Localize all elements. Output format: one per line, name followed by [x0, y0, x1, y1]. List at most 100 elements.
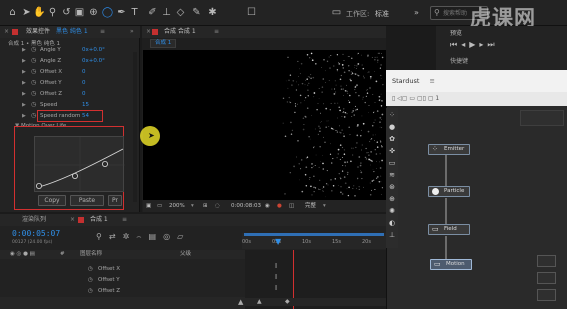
stopwatch-icon[interactable]: ◷: [88, 264, 93, 275]
time-ruler[interactable]: 00s 05s 10s 15s 20s ▼: [242, 233, 386, 249]
zoom-out-icon[interactable]: ◆: [285, 298, 290, 305]
zoom-tool-icon[interactable]: ⚲: [46, 6, 59, 19]
close-tab-icon[interactable]: ×: [4, 26, 9, 38]
curve-point[interactable]: [72, 173, 79, 180]
particle-node[interactable]: Particle: [428, 186, 470, 197]
resolution-value[interactable]: 完整: [305, 200, 316, 212]
workspace-menu-icon[interactable]: »: [410, 6, 423, 19]
show-channel-icon[interactable]: ●: [277, 200, 282, 212]
clone-stamp-tool-icon[interactable]: ⊥: [160, 6, 173, 19]
search-layers-icon[interactable]: ⚲: [96, 232, 109, 241]
composition-mini-flowchart-icon[interactable]: ⇄: [109, 232, 123, 241]
curve-point[interactable]: [36, 183, 42, 190]
current-time[interactable]: 0:00:08:03: [231, 200, 261, 212]
expand-triangle-icon[interactable]: ▶: [22, 45, 26, 56]
parent-header[interactable]: 父级: [180, 250, 191, 259]
pan-behind-tool-icon[interactable]: ⊕: [87, 6, 100, 19]
curve-point[interactable]: [102, 160, 109, 167]
stopwatch-icon[interactable]: ◷: [88, 275, 93, 286]
property-row-speed[interactable]: ▶ ◷ Speed 15: [0, 100, 140, 111]
stopwatch-icon[interactable]: ◷: [31, 67, 36, 78]
motion-node[interactable]: ▭ Motion: [430, 259, 472, 270]
lock-icon[interactable]: [78, 217, 84, 223]
ellipse-tool-icon[interactable]: ◯: [101, 6, 114, 19]
property-row-offset-y[interactable]: ▶ ◷ Offset Y 0: [0, 78, 140, 89]
av-features-icons[interactable]: ◉ ◎ ● ▤: [10, 250, 35, 259]
stardust-right-control[interactable]: [537, 255, 556, 267]
effect-controls-tab-title[interactable]: 效果控件: [26, 26, 50, 38]
property-row-angle-y[interactable]: ▶ ◷ Angle Y 0x+0.0°: [0, 45, 140, 56]
panel-expand-icon[interactable]: »: [130, 26, 134, 38]
property-row-angle-z[interactable]: ▶ ◷ Angle Z 0x+0.0°: [0, 56, 140, 67]
panel-menu-icon[interactable]: ≡: [100, 26, 105, 38]
zoom-slider-icon[interactable]: ▲: [238, 298, 243, 306]
field-node[interactable]: ▭ Field: [428, 224, 470, 235]
property-value[interactable]: 0x+0.0°: [82, 56, 105, 67]
keyframe-marker-icon[interactable]: I: [275, 273, 277, 281]
copy-button[interactable]: Copy: [38, 195, 66, 206]
close-tab-icon[interactable]: ×: [146, 26, 151, 38]
mask-icon[interactable]: ◌: [215, 200, 220, 212]
hand-tool-icon[interactable]: ✋: [33, 6, 46, 19]
work-area-bar[interactable]: [244, 233, 384, 236]
expand-triangle-icon[interactable]: ▶: [22, 89, 26, 100]
lock-icon[interactable]: [12, 29, 18, 35]
stopwatch-icon[interactable]: ◷: [31, 45, 36, 56]
roto-brush-tool-icon[interactable]: ✎: [190, 6, 203, 19]
workspace-expand-icon[interactable]: ▭: [330, 6, 343, 19]
expand-triangle-icon[interactable]: ▶: [22, 100, 26, 111]
play-icon[interactable]: ▶: [469, 40, 479, 49]
timeline-scroll-bar[interactable]: ▲ ◆: [245, 298, 386, 306]
composition-tab[interactable]: 合成 1: [150, 39, 177, 48]
layer-row-offset-y[interactable]: ◷ Offset Y: [0, 275, 245, 286]
snapshot-icon[interactable]: ◉: [265, 200, 270, 212]
lock-icon[interactable]: [152, 29, 158, 35]
resolution-dropdown-icon[interactable]: ▾: [323, 200, 326, 212]
close-tab-icon[interactable]: ×: [70, 214, 75, 226]
shy-icon[interactable]: ⌢: [136, 232, 148, 241]
expand-triangle-icon[interactable]: ▶: [22, 78, 26, 89]
stopwatch-icon[interactable]: ◷: [31, 100, 36, 111]
puppet-tool-icon[interactable]: ✱: [206, 6, 219, 19]
composition-tab-title[interactable]: 合成 合成 1: [164, 26, 196, 38]
first-frame-icon[interactable]: ⏮: [450, 40, 461, 49]
motion-blur-icon[interactable]: ◎: [163, 232, 177, 241]
layer-row-offset-z[interactable]: ◷ Offset Z: [0, 286, 245, 297]
resolution-icon[interactable]: ◫: [289, 200, 294, 212]
current-timecode[interactable]: 0:00:05:07: [12, 229, 60, 238]
property-value[interactable]: 0x+0.0°: [82, 45, 105, 56]
property-value[interactable]: 0: [82, 89, 86, 100]
keyframe-marker-icon[interactable]: I: [275, 284, 277, 292]
zoom-dropdown-icon[interactable]: ▾: [191, 200, 194, 212]
keyframe-marker-icon[interactable]: I: [275, 262, 277, 270]
emitter-node[interactable]: ⁘ Emitter: [428, 144, 470, 155]
property-value[interactable]: 0: [82, 78, 86, 89]
composition-viewer[interactable]: [143, 50, 386, 200]
panel-menu-icon[interactable]: ≡: [122, 214, 127, 226]
stardust-right-control[interactable]: [537, 289, 556, 301]
home-icon[interactable]: ⌂: [6, 6, 19, 19]
zoom-level[interactable]: 200%: [169, 200, 185, 212]
paste-button[interactable]: Paste: [70, 195, 104, 206]
camera-tool-icon[interactable]: ▣: [73, 6, 86, 19]
layer-name-header[interactable]: 图层名称: [80, 250, 102, 259]
stardust-right-control[interactable]: [537, 272, 556, 284]
pen-tool-icon[interactable]: ✒: [115, 6, 128, 19]
render-queue-tab[interactable]: 渲染队列: [22, 214, 46, 226]
panel-menu-icon[interactable]: ≡: [214, 26, 219, 38]
effect-controls-layer-name[interactable]: 黑色 纯色 1: [56, 26, 88, 38]
eraser-tool-icon[interactable]: ◇: [174, 6, 187, 19]
expand-triangle-icon[interactable]: ▶: [22, 56, 26, 67]
property-row-offset-x[interactable]: ▶ ◷ Offset X 0: [0, 67, 140, 78]
motion-over-life-graph[interactable]: [34, 136, 125, 193]
grid-icon[interactable]: ⊞: [203, 200, 208, 212]
property-row-offset-z[interactable]: ▶ ◷ Offset Z 0: [0, 89, 140, 100]
stopwatch-icon[interactable]: ◷: [31, 56, 36, 67]
expand-triangle-icon[interactable]: ▶: [22, 67, 26, 78]
stardust-toolbar[interactable]: ▯ ◁▢ ▭ ▢▯ ▢ 1: [386, 92, 567, 106]
layer-row-offset-x[interactable]: ◷ Offset X: [0, 264, 245, 275]
selection-tool-icon[interactable]: ➤: [20, 6, 33, 19]
draft-3d-icon[interactable]: ✲: [123, 232, 137, 241]
stopwatch-icon[interactable]: ◷: [31, 111, 36, 122]
playhead-handle-icon[interactable]: ▼: [275, 237, 281, 246]
